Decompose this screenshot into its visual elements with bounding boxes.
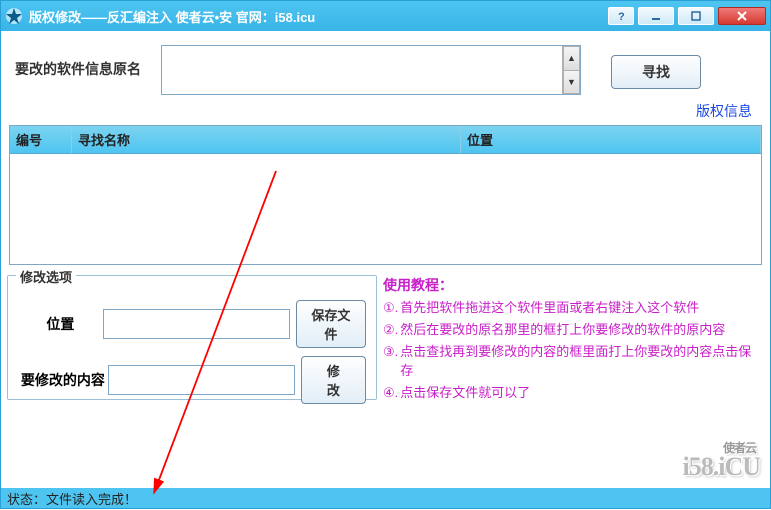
edit-legend: 修改选项 xyxy=(16,267,76,286)
spin-up-button[interactable]: ▲ xyxy=(563,46,580,71)
step-marker-3: ③. xyxy=(383,343,398,379)
tutorial-step: ①.首先把软件拖进这个软件里面或者右键注入这个软件 xyxy=(383,299,764,317)
close-button[interactable] xyxy=(718,7,766,25)
window-title: 版权修改——反汇编注入 使者云•安 官网：i58.icu xyxy=(29,7,608,26)
search-row: 要改的软件信息原名 ▲ ▼ 寻找 xyxy=(7,37,764,99)
step-marker-2: ②. xyxy=(383,321,398,339)
position-label: 位置 xyxy=(18,314,103,334)
col-name[interactable]: 寻找名称 xyxy=(72,126,461,153)
save-file-button[interactable]: 保存文件 xyxy=(296,300,366,348)
copyright-link[interactable]: 版权信息 xyxy=(7,101,764,121)
help-button[interactable]: ? xyxy=(608,7,634,25)
maximize-button[interactable] xyxy=(678,7,714,25)
original-name-label: 要改的软件信息原名 xyxy=(11,45,161,79)
title-bar: 版权修改——反汇编注入 使者云•安 官网：i58.icu ? xyxy=(1,1,770,31)
tutorial-title: 使用教程： xyxy=(383,275,764,295)
client-area: 要改的软件信息原名 ▲ ▼ 寻找 版权信息 编号 寻找名称 位置 修改选项 xyxy=(1,31,770,488)
tutorial-step-4: 点击保存文件就可以了 xyxy=(400,384,530,402)
app-icon xyxy=(5,7,23,25)
content-label: 要修改的内容 xyxy=(18,370,108,390)
tutorial-step: ③.点击查找再到要修改的内容的框里面打上你要改的内容点击保存 xyxy=(383,343,764,379)
window-controls: ? xyxy=(608,7,766,25)
step-marker-1: ①. xyxy=(383,299,398,317)
status-bar: 状态：文件读入完成！ xyxy=(1,488,770,508)
status-text: 状态：文件读入完成！ xyxy=(7,489,137,508)
results-table: 编号 寻找名称 位置 xyxy=(9,125,762,265)
edit-options-fieldset: 修改选项 位置 保存文件 要修改的内容 修改 xyxy=(7,275,377,400)
position-row: 位置 保存文件 xyxy=(18,300,366,348)
tutorial-panel: 使用教程： ①.首先把软件拖进这个软件里面或者右键注入这个软件 ②.然后在要改的… xyxy=(379,275,764,406)
col-position[interactable]: 位置 xyxy=(461,126,761,153)
tutorial-step-2: 然后在要改的原名那里的框打上你要修改的软件的原内容 xyxy=(400,321,725,339)
tutorial-step: ②.然后在要改的原名那里的框打上你要修改的软件的原内容 xyxy=(383,321,764,339)
minimize-button[interactable] xyxy=(638,7,674,25)
bottom-panels: 修改选项 位置 保存文件 要修改的内容 修改 使用教程： ①.首先把软件拖进这个… xyxy=(7,275,764,406)
app-window: 版权修改——反汇编注入 使者云•安 官网：i58.icu ? 要改的软件信息原名 xyxy=(0,0,771,509)
tutorial-step: ④.点击保存文件就可以了 xyxy=(383,384,764,402)
search-button[interactable]: 寻找 xyxy=(611,55,701,89)
original-name-input[interactable] xyxy=(162,46,562,94)
content-row: 要修改的内容 修改 xyxy=(18,356,366,404)
col-number[interactable]: 编号 xyxy=(10,126,72,153)
table-header: 编号 寻找名称 位置 xyxy=(10,126,761,154)
tutorial-step-3: 点击查找再到要修改的内容的框里面打上你要改的内容点击保存 xyxy=(400,343,764,379)
tutorial-step-1: 首先把软件拖进这个软件里面或者右键注入这个软件 xyxy=(400,299,699,317)
spin-down-button[interactable]: ▼ xyxy=(563,71,580,95)
content-input[interactable] xyxy=(108,365,295,395)
position-input[interactable] xyxy=(103,309,290,339)
original-name-field: ▲ ▼ xyxy=(161,45,581,95)
modify-button[interactable]: 修改 xyxy=(301,356,366,404)
step-marker-4: ④. xyxy=(383,384,398,402)
table-body[interactable] xyxy=(10,154,761,264)
svg-text:?: ? xyxy=(618,11,625,22)
spin-control: ▲ ▼ xyxy=(562,46,580,94)
